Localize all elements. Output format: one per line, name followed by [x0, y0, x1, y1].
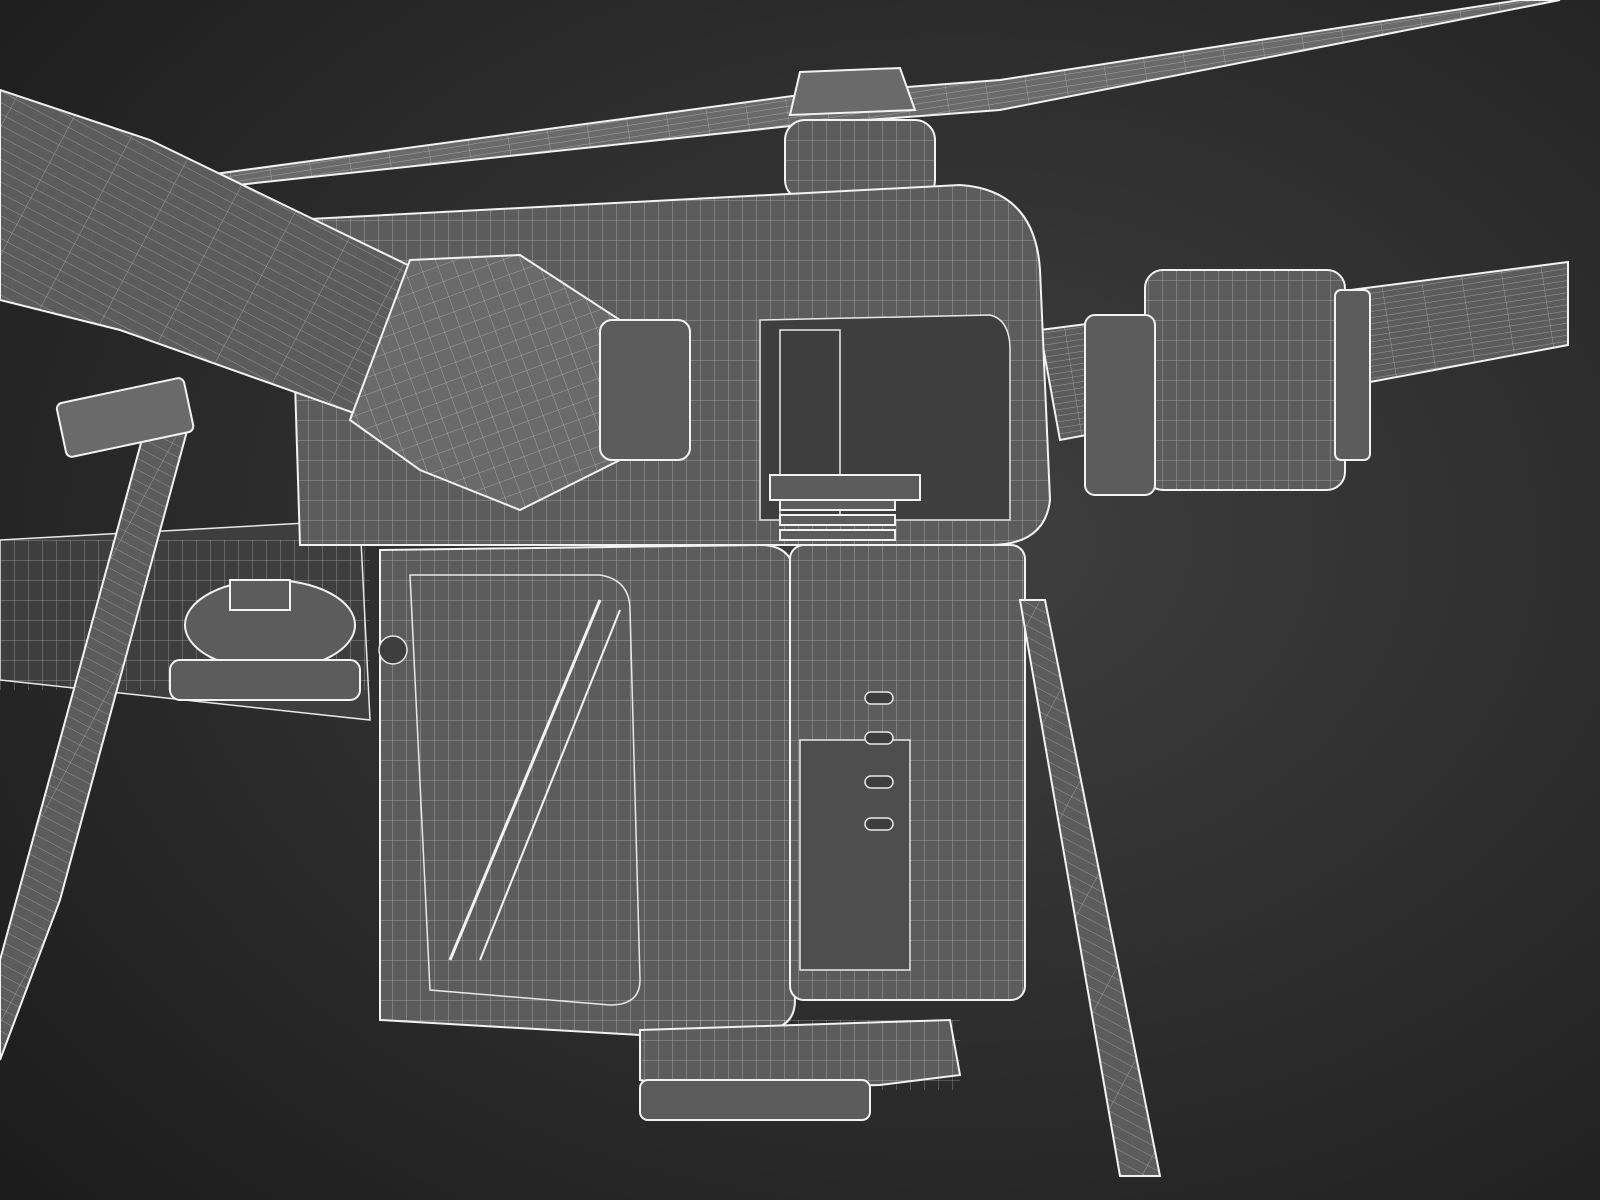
frame-left [0, 519, 371, 721]
drone-render [0, 0, 1600, 1200]
render-viewport [0, 0, 1600, 1200]
right-battery [789, 544, 1026, 1001]
left-battery [378, 543, 796, 1037]
